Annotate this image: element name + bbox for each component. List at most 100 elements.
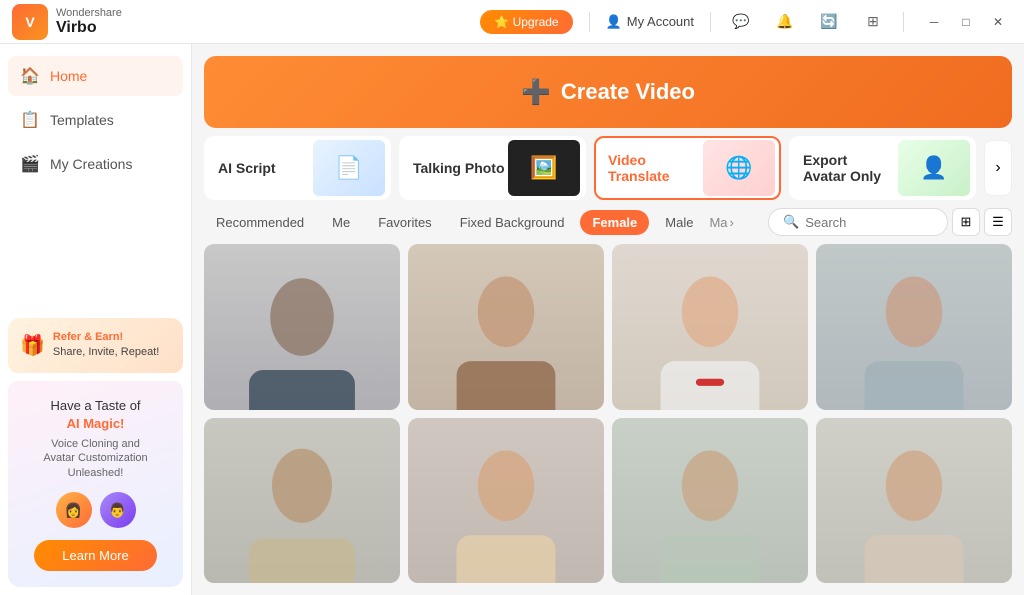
create-banner-label: Create Video xyxy=(561,79,695,105)
sidebar-promo: 🎁 Refer & Earn! Share, Invite, Repeat! H… xyxy=(8,318,183,587)
sidebar-item-home[interactable]: 🏠 Home xyxy=(8,56,183,96)
talking-photo-label: Talking Photo xyxy=(413,160,505,176)
ai-script-label: AI Script xyxy=(218,160,276,176)
video-translate-thumb: 🌐 xyxy=(699,138,779,198)
feature-tab-video-translate[interactable]: VideoTranslate 🌐 xyxy=(594,136,781,200)
create-video-banner[interactable]: ➕ Create Video xyxy=(204,56,1012,128)
person-svg-harper xyxy=(826,270,1002,409)
close-button[interactable]: ✕ xyxy=(984,8,1012,36)
filter-female[interactable]: Female xyxy=(580,210,649,235)
separator xyxy=(589,12,590,32)
app-brand-label: Wondershare xyxy=(56,7,122,19)
person-svg-7 xyxy=(622,444,798,583)
create-icon: ➕ xyxy=(521,78,551,107)
ai-script-thumbnail: 📄 xyxy=(313,140,385,196)
templates-icon: 📋 xyxy=(20,110,40,130)
promo-avatar-2: 👨 xyxy=(100,492,136,528)
feature-tab-export-avatar[interactable]: ExportAvatar Only 👤 xyxy=(789,136,976,200)
avatar-card-7[interactable] xyxy=(612,418,808,584)
app-branding: V Wondershare Virbo xyxy=(12,4,122,40)
promo-ai-avatars: 👩 👨 xyxy=(24,492,167,528)
view-list-button[interactable]: ☰ xyxy=(984,208,1012,236)
minimize-button[interactable]: ─ xyxy=(920,8,948,36)
filter-me[interactable]: Me xyxy=(320,210,362,235)
view-grid-button[interactable]: ⊞ xyxy=(952,208,980,236)
avatar-image-6 xyxy=(408,418,604,584)
refer-earn-label: Refer & Earn! xyxy=(53,331,123,343)
filter-recommended[interactable]: Recommended xyxy=(204,210,316,235)
person-svg-elena xyxy=(418,270,594,409)
sidebar-item-my-creations[interactable]: 🎬 My Creations xyxy=(8,144,183,184)
main-content: ➕ Create Video AI Script 📄 Talking Photo… xyxy=(192,44,1024,595)
titlebar: V Wondershare Virbo ⭐ Upgrade 👤 My Accou… xyxy=(0,0,1024,44)
promo-ai-magic: Have a Taste of AI Magic! Voice Cloning … xyxy=(8,381,183,587)
app-logo: V xyxy=(12,4,48,40)
filter-male[interactable]: Male xyxy=(653,210,705,235)
avatar-grid: Brandt-Casual Elena-Professional xyxy=(192,244,1024,595)
search-input[interactable] xyxy=(805,215,933,230)
avatar-card-6[interactable] xyxy=(408,418,604,584)
avatar-image-brandt xyxy=(204,244,400,410)
filter-more-icon: › xyxy=(730,215,734,230)
avatar-card-5[interactable] xyxy=(204,418,400,584)
export-avatar-thumbnail: 👤 xyxy=(898,140,970,196)
my-account-button[interactable]: 👤 My Account xyxy=(606,14,694,30)
ai-script-thumb: 📄 xyxy=(309,138,389,198)
talking-photo-thumb: 🖼️ xyxy=(504,138,584,198)
learn-more-button[interactable]: Learn More xyxy=(34,540,156,571)
feature-tabs-next-button[interactable]: › xyxy=(984,140,1012,196)
person-svg-brandt xyxy=(214,270,390,409)
home-icon: 🏠 xyxy=(20,66,40,86)
feature-tab-talking-photo[interactable]: Talking Photo 🖼️ xyxy=(399,136,586,200)
filter-more[interactable]: Ma › xyxy=(709,215,733,230)
search-icon: 🔍 xyxy=(783,214,799,230)
feature-tabs: AI Script 📄 Talking Photo 🖼️ VideoTransl… xyxy=(192,136,1024,208)
gift-icon: 🎁 xyxy=(20,333,45,358)
sidebar-item-templates[interactable]: 📋 Templates xyxy=(8,100,183,140)
user-icon: 👤 xyxy=(606,14,622,30)
creations-icon: 🎬 xyxy=(20,154,40,174)
promo-refer[interactable]: 🎁 Refer & Earn! Share, Invite, Repeat! xyxy=(8,318,183,373)
sidebar-templates-label: Templates xyxy=(50,112,114,128)
feature-tab-ai-script[interactable]: AI Script 📄 xyxy=(204,136,391,200)
app-product-label: Virbo xyxy=(56,19,122,37)
person-svg-ruby xyxy=(622,270,798,409)
video-translate-label: VideoTranslate xyxy=(608,152,669,184)
create-banner-content: ➕ Create Video xyxy=(521,78,695,107)
upgrade-button[interactable]: ⭐ Upgrade xyxy=(480,10,572,34)
filter-favorites[interactable]: Favorites xyxy=(366,210,443,235)
filter-fixed-background[interactable]: Fixed Background xyxy=(448,210,577,235)
chat-icon[interactable]: 💬 xyxy=(727,8,755,36)
avatar-card-brandt[interactable]: Brandt-Casual xyxy=(204,244,400,410)
separator3 xyxy=(903,12,904,32)
avatar-image-7 xyxy=(612,418,808,584)
avatar-image-harper xyxy=(816,244,1012,410)
sidebar: 🏠 Home 📋 Templates 🎬 My Creations 🎁 Refe… xyxy=(0,44,192,595)
avatar-card-harper[interactable]: Harper-Promotion xyxy=(816,244,1012,410)
promo-avatar-1: 👩 xyxy=(56,492,92,528)
promo-ai-subtitle: Voice Cloning andAvatar Customization Un… xyxy=(24,437,167,480)
grid-icon[interactable]: ⊞ xyxy=(859,8,887,36)
avatar-card-8[interactable] xyxy=(816,418,1012,584)
sidebar-creations-label: My Creations xyxy=(50,156,132,172)
avatar-image-ruby xyxy=(612,244,808,410)
person-svg-8 xyxy=(826,444,1002,583)
search-box[interactable]: 🔍 xyxy=(768,208,948,236)
avatar-image-elena xyxy=(408,244,604,410)
avatar-card-ruby[interactable]: Ruby-Games xyxy=(612,244,808,410)
maximize-button[interactable]: □ xyxy=(952,8,980,36)
titlebar-actions: ⭐ Upgrade 👤 My Account 💬 🔔 🔄 ⊞ ─ □ ✕ xyxy=(480,8,1012,36)
export-avatar-label: ExportAvatar Only xyxy=(803,152,881,184)
avatar-image-5 xyxy=(204,418,400,584)
person-svg-5 xyxy=(214,444,390,583)
refresh-icon[interactable]: 🔄 xyxy=(815,8,843,36)
filter-more-label: Ma xyxy=(709,215,727,230)
bell-icon[interactable]: 🔔 xyxy=(771,8,799,36)
video-translate-thumbnail: 🌐 xyxy=(703,140,775,196)
app-name-block: Wondershare Virbo xyxy=(56,7,122,37)
export-avatar-thumb: 👤 xyxy=(894,138,974,198)
filter-view-icons: ⊞ ☰ xyxy=(952,208,1012,236)
filter-bar: Recommended Me Favorites Fixed Backgroun… xyxy=(192,208,1024,244)
person-svg-6 xyxy=(418,444,594,583)
avatar-card-elena[interactable]: Elena-Professional xyxy=(408,244,604,410)
